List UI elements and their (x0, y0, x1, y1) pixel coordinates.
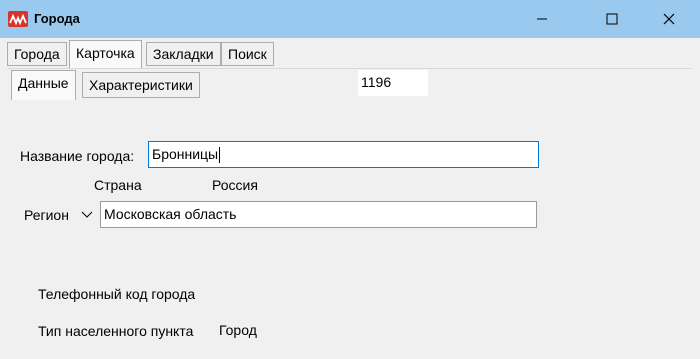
region-dropdown-button[interactable] (77, 204, 97, 226)
title-bar[interactable]: Города (0, 0, 700, 38)
country-label: Страна (94, 177, 142, 193)
maximize-icon (606, 13, 618, 25)
tab-bookmarks[interactable]: Закладки (146, 42, 221, 66)
region-input[interactable]: Московская область (100, 201, 537, 228)
tab-card[interactable]: Карточка (69, 40, 142, 68)
chevron-down-icon (81, 211, 93, 218)
city-name-value: Бронницы (152, 146, 219, 162)
main-tab-strip: Города Карточка Закладки Поиск (0, 38, 700, 68)
text-caret (219, 147, 221, 164)
settlement-type-label: Тип населенного пункта (38, 323, 194, 339)
tab-cities[interactable]: Города (7, 42, 67, 66)
city-name-label: Название города: (20, 148, 135, 164)
minimize-icon (537, 18, 547, 20)
tab-panel-border (8, 68, 692, 69)
maximize-button[interactable] (589, 0, 635, 38)
close-icon (663, 13, 675, 25)
subtab-data[interactable]: Данные (11, 70, 76, 100)
subtab-characteristics[interactable]: Характеристики (82, 72, 200, 98)
close-button[interactable] (646, 0, 692, 38)
app-icon (8, 11, 28, 27)
record-id: 1196 (358, 70, 428, 96)
settlement-type-value: Город (219, 322, 257, 338)
minimize-button[interactable] (519, 0, 565, 38)
region-label: Регион (24, 207, 69, 223)
window-title: Города (34, 11, 80, 26)
city-name-input[interactable]: Бронницы (148, 141, 539, 168)
phone-code-label: Телефонный код города (38, 286, 196, 302)
country-value: Россия (212, 177, 258, 193)
tab-search[interactable]: Поиск (221, 42, 274, 66)
